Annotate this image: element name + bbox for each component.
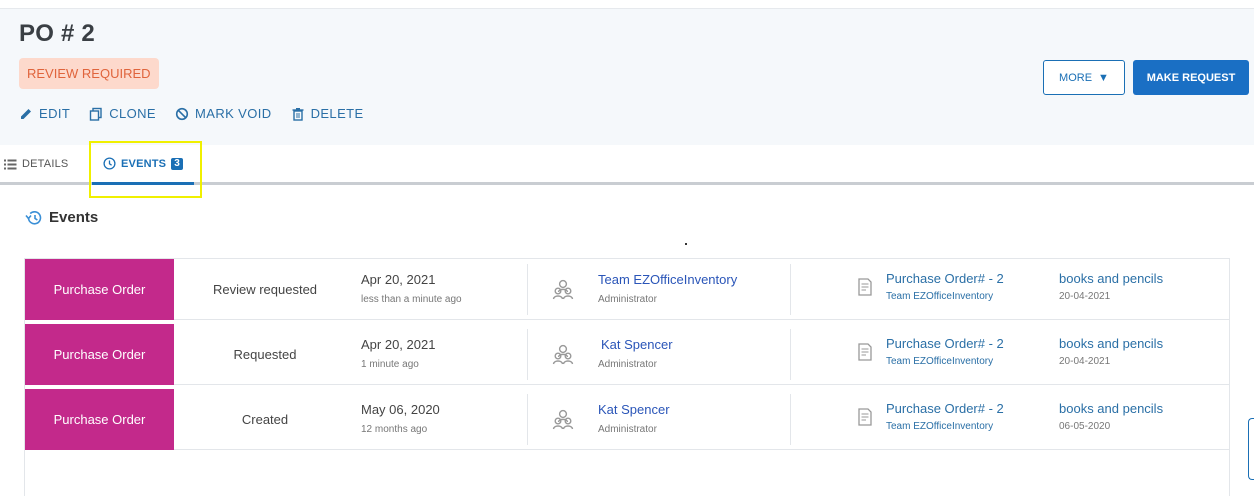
tab-events[interactable]: EVENTS 3 — [92, 145, 194, 185]
event-action: Created — [241, 412, 289, 427]
column-divider — [527, 329, 528, 380]
page-title: PO # 2 — [19, 20, 95, 47]
edit-label: EDIT — [39, 106, 71, 121]
stray-dot — [685, 243, 687, 245]
copy-icon — [90, 107, 102, 121]
history-icon — [25, 210, 42, 225]
pencil-icon — [21, 108, 31, 119]
event-date: Apr 20, 2021 — [361, 272, 436, 287]
event-action: Review requested — [212, 282, 318, 297]
item-link[interactable]: books and pencils — [1059, 271, 1163, 286]
event-type-label: Purchase Order — [25, 259, 174, 320]
list-icon — [4, 159, 17, 169]
users-icon — [552, 279, 574, 300]
item-date: 20-04-2021 — [1059, 291, 1111, 302]
event-user-link[interactable]: Team EZOfficeInventory — [598, 272, 737, 287]
purchase-order-link[interactable]: Purchase Order# - 2 — [886, 401, 1004, 416]
document-icon — [858, 343, 872, 361]
page-header: PO # 2 REVIEW REQUIRED EDIT CLONE MARK V… — [0, 8, 1254, 145]
purchase-order-team[interactable]: Team EZOfficeInventory — [886, 421, 993, 432]
event-row: Purchase Order Created May 06, 2020 12 m… — [25, 389, 1229, 450]
event-row: Purchase Order Review requested Apr 20, … — [25, 259, 1229, 320]
status-badge: REVIEW REQUIRED — [19, 58, 159, 89]
events-table: Purchase Order Review requested Apr 20, … — [24, 258, 1230, 496]
side-panel-toggle[interactable] — [1248, 418, 1254, 480]
column-divider — [527, 394, 528, 445]
clone-button[interactable]: CLONE — [89, 106, 156, 121]
more-label: MORE — [1059, 71, 1093, 84]
edit-button[interactable]: EDIT — [19, 106, 70, 121]
delete-label: DELETE — [310, 106, 364, 121]
users-icon — [552, 344, 574, 365]
event-user-role: Administrator — [598, 424, 657, 435]
event-action: Requested — [233, 347, 297, 362]
events-section-heading: Events — [25, 209, 98, 226]
purchase-order-link[interactable]: Purchase Order# - 2 — [886, 271, 1004, 286]
column-divider — [790, 329, 791, 380]
event-row: Purchase Order Requested Apr 20, 2021 1 … — [25, 324, 1229, 385]
event-relative-time: 1 minute ago — [361, 359, 419, 370]
tab-events-label: EVENTS — [121, 157, 167, 170]
item-link[interactable]: books and pencils — [1059, 401, 1163, 416]
document-icon — [858, 278, 872, 296]
column-divider — [527, 264, 528, 315]
history-icon — [103, 157, 116, 170]
item-date: 20-04-2021 — [1059, 356, 1111, 367]
users-icon — [552, 409, 574, 430]
purchase-order-team[interactable]: Team EZOfficeInventory — [886, 356, 993, 367]
delete-button[interactable]: DELETE — [291, 106, 364, 121]
purchase-order-team[interactable]: Team EZOfficeInventory — [886, 291, 993, 302]
make-request-button[interactable]: MAKE REQUEST — [1133, 60, 1249, 95]
more-dropdown-button[interactable]: MORE ▼ — [1043, 60, 1125, 95]
item-date: 06-05-2020 — [1059, 421, 1111, 432]
event-user-link[interactable]: Kat Spencer — [598, 402, 670, 417]
tab-details[interactable]: DETAILS — [4, 145, 68, 183]
item-link[interactable]: books and pencils — [1059, 336, 1163, 351]
event-type-label: Purchase Order — [25, 389, 174, 450]
event-relative-time: 12 months ago — [361, 424, 428, 435]
event-user-link[interactable]: Kat Spencer — [601, 337, 673, 352]
column-divider — [790, 394, 791, 445]
ban-icon — [175, 107, 189, 120]
clone-label: CLONE — [109, 106, 157, 121]
document-icon — [858, 408, 872, 426]
column-divider — [790, 264, 791, 315]
event-date: May 06, 2020 — [361, 402, 440, 417]
event-type-label: Purchase Order — [25, 324, 174, 385]
event-date: Apr 20, 2021 — [361, 337, 436, 352]
purchase-order-link[interactable]: Purchase Order# - 2 — [886, 336, 1004, 351]
events-count-badge: 3 — [171, 157, 183, 170]
mark-void-label: MARK VOID — [195, 106, 272, 121]
event-relative-time: less than a minute ago — [361, 294, 462, 305]
event-user-role: Administrator — [598, 294, 657, 305]
trash-icon — [292, 107, 304, 121]
mark-void-button[interactable]: MARK VOID — [175, 106, 272, 121]
action-bar: EDIT CLONE MARK VOID DELETE — [19, 106, 364, 121]
tab-details-label: DETAILS — [22, 158, 69, 170]
caret-down-icon: ▼ — [1098, 71, 1109, 84]
event-user-role: Administrator — [598, 359, 657, 370]
tab-bar: DETAILS EVENTS 3 — [0, 145, 1254, 185]
events-title: Events — [49, 209, 99, 226]
